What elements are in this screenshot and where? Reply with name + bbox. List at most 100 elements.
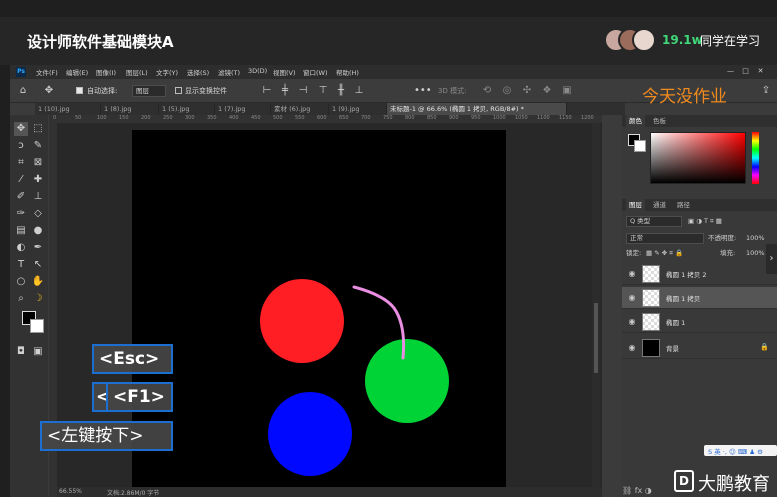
options-bar: ⌂ ✥ 自动选择: 图层 显示变换控件 ⊢ ╪ ⊣ ⊤ ╫ ⊥ ••• 3D 模… [10,79,777,107]
quick-select-tool-icon[interactable]: ✎ [31,139,45,153]
menu-3d[interactable]: 3D(D) [248,67,267,75]
lock-icons[interactable]: ▦ ✎ ✥ ⌗ 🔒 [646,247,683,260]
menu-file[interactable]: 文件(F) [36,67,58,77]
align-middle-icon[interactable]: ╫ [334,84,348,98]
menu-layer[interactable]: 图层(L) [126,67,148,77]
layer-kind-filter[interactable]: Q 类型 [626,216,682,227]
doc-tab-active[interactable]: 未标题-1 @ 66.6% (椭圆 1 拷贝, RGB/8#) * [387,103,567,115]
menu-view[interactable]: 视图(V) [273,67,296,77]
lasso-tool-icon[interactable]: ↄ [14,139,28,153]
3d-scale-icon[interactable]: ▣ [560,84,574,98]
avatar [632,28,656,52]
doc-tab[interactable]: 1 (7).jpg [215,103,271,115]
visibility-eye-icon[interactable]: ◉ [627,269,637,279]
close-button[interactable]: ✕ [756,67,765,76]
ime-toolbar[interactable]: S 英 ·, ☺ ⌨ ♟ ⚙ [704,445,777,456]
doc-tab[interactable]: 1 (8).jpg [101,103,159,115]
menu-window[interactable]: 窗口(W) [303,67,328,77]
layer-row[interactable]: ◉ 背景 🔒 [622,337,777,359]
blur-tool-icon[interactable]: ● [31,224,45,238]
ruler-tick-label: 1150 [559,115,572,121]
path-select-tool-icon[interactable]: ↖ [31,258,45,272]
doc-tab[interactable]: 1 (10).jpg [35,103,101,115]
eraser-tool-icon[interactable]: ◇ [31,207,45,221]
history-brush-tool-icon[interactable]: ✑ [14,207,28,221]
type-tool-icon[interactable]: T [14,258,28,272]
scrollbar-thumb[interactable] [594,303,598,373]
menu-filter[interactable]: 滤镜(T) [218,67,240,77]
layer-name: 椭圆 1 [666,319,686,327]
align-left-icon[interactable]: ⊢ [260,84,274,98]
3d-rotate-icon[interactable]: ⟲ [480,84,494,98]
frame-tool-icon[interactable]: ⊠ [31,156,45,170]
menu-help[interactable]: 帮助(H) [336,67,359,77]
move-tool-icon[interactable]: ✥ [14,122,28,136]
share-icon[interactable]: ⇪ [759,84,773,98]
layer-row-selected[interactable]: ◉ 椭圆 1 拷贝 [622,287,777,309]
doc-tab[interactable]: 素材 (6).jpg [271,103,329,115]
color-picker-field[interactable] [650,132,746,184]
move-icon[interactable]: ✥ [42,84,56,98]
banana-icon[interactable]: ☽ [31,292,45,306]
zoom-level[interactable]: 66.55% [59,488,82,495]
3d-slide-icon[interactable]: ❖ [540,84,554,98]
align-bottom-icon[interactable]: ⊥ [352,84,366,98]
home-icon[interactable]: ⌂ [16,84,30,98]
tab-layers[interactable]: 图层 [626,199,645,211]
doc-tab[interactable]: 1 (9).jpg [329,103,387,115]
chevron-right-icon[interactable]: › [766,244,777,274]
show-transform-checkbox[interactable] [175,87,182,94]
visibility-eye-icon[interactable]: ◉ [627,317,637,327]
layer-bottom-icons[interactable]: ⛓ fx ◑ [622,486,652,495]
align-top-icon[interactable]: ⊤ [316,84,330,98]
dodge-tool-icon[interactable]: ◐ [14,241,28,255]
opacity-value[interactable]: 100% [746,232,765,245]
screen-mode-icon[interactable]: ▣ [31,345,45,359]
visibility-eye-icon[interactable]: ◉ [627,343,637,353]
viewer-count: 19.1w [662,33,703,47]
menu-type[interactable]: 文字(Y) [156,67,178,77]
gradient-tool-icon[interactable]: ▤ [14,224,28,238]
blend-mode-dropdown[interactable]: 正常 [626,233,704,244]
brush-tool-icon[interactable]: ✐ [14,190,28,204]
doc-tab[interactable]: 1 (5).jpg [159,103,215,115]
maximize-button[interactable]: □ [741,67,750,76]
tab-paths[interactable]: 路径 [674,199,693,211]
auto-select-dropdown[interactable]: 图层 [132,85,166,97]
ruler-tick-label: 1000 [493,115,506,121]
background-color-swatch[interactable] [30,319,44,333]
menu-edit[interactable]: 编辑(E) [66,67,88,77]
quick-mask-icon[interactable]: ◘ [14,345,28,359]
marquee-tool-icon[interactable]: ⬚ [31,122,45,136]
overlay-note: 今天没作业 [642,87,727,107]
align-right-icon[interactable]: ⊣ [296,84,310,98]
ellipse-tool-icon[interactable]: ○ [14,275,28,289]
layer-row[interactable]: ◉ 椭圆 1 [622,311,777,333]
align-center-icon[interactable]: ╪ [278,84,292,98]
stamp-tool-icon[interactable]: ⊥ [31,190,45,204]
hand-tool-icon[interactable]: ✋ [31,275,45,289]
tab-color[interactable]: 颜色 [626,115,645,127]
visibility-eye-icon[interactable]: ◉ [627,293,637,303]
document-canvas[interactable] [132,130,506,497]
ps-logo: Ps [16,67,26,77]
pen-tool-icon[interactable]: ✒ [31,241,45,255]
hue-slider[interactable] [752,132,759,184]
3d-pan-icon[interactable]: ✣ [520,84,534,98]
layer-filter-icons[interactable]: ▣ ◑ T ⌗ ▦ [688,215,722,228]
crop-tool-icon[interactable]: ⌗ [14,156,28,170]
healing-tool-icon[interactable]: ✚ [31,173,45,187]
eyedropper-tool-icon[interactable]: ⁄ [14,173,28,187]
layer-row[interactable]: ◉ 椭圆 1 拷贝 2 [622,263,777,285]
auto-select-checkbox[interactable] [76,87,83,94]
panel-background-swatch[interactable] [634,140,646,152]
menu-image[interactable]: 图像(I) [96,67,116,77]
3d-roll-icon[interactable]: ◎ [500,84,514,98]
fill-value[interactable]: 100% [746,247,765,260]
tab-channels[interactable]: 通道 [650,199,669,211]
menu-select[interactable]: 选择(S) [187,67,209,77]
minimize-button[interactable]: — [726,67,735,76]
tab-swatches[interactable]: 色板 [650,115,669,127]
zoom-tool-icon[interactable]: ⌕ [14,292,28,306]
more-icon[interactable]: ••• [414,84,432,98]
